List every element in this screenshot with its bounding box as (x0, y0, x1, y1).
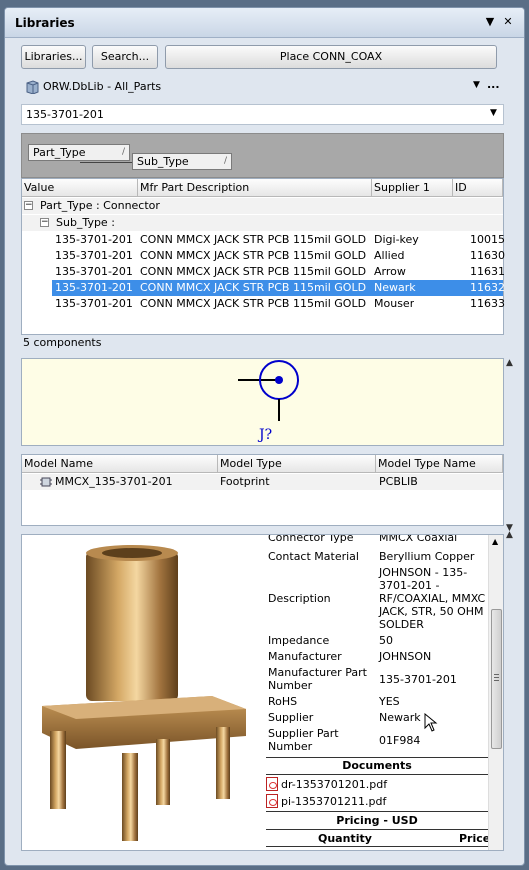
scroll-up-icon[interactable]: ▲ (492, 537, 498, 546)
column-header-model-type-name[interactable]: Model Type Name (376, 455, 503, 473)
pricing-column-quantity: Quantity (318, 832, 372, 845)
search-button[interactable]: Search... (92, 45, 158, 69)
group-tag-part-type[interactable]: Part_Type / (28, 144, 130, 161)
table-row[interactable]: 135-3701-201 CONN MMCX JACK STR PCB 115m… (22, 248, 505, 264)
components-grid[interactable]: Value Mfr Part Description Supplier 1 ID… (21, 178, 505, 335)
pin-icon[interactable]: ▼ (483, 15, 497, 28)
property-value: Beryllium Copper (379, 550, 475, 563)
divider (266, 846, 488, 847)
property-value: 01F984 (379, 734, 421, 747)
documents-title: Documents (342, 759, 412, 772)
filter-value: 135-3701-201 (26, 108, 104, 121)
property-label: RoHS (268, 695, 298, 708)
designator-label: J? (259, 427, 273, 443)
property-value: JOHNSON (379, 650, 432, 663)
mouse-cursor-icon (424, 713, 438, 732)
column-header-value[interactable]: Value (22, 179, 138, 197)
property-label: Contact Material (268, 550, 359, 563)
group-row-part-type[interactable]: − Part_Type : Connector (22, 198, 503, 214)
group-connector-line (80, 162, 132, 163)
column-header-id[interactable]: ID (453, 179, 503, 197)
close-icon[interactable]: ✕ (501, 15, 515, 28)
property-label: Description (268, 592, 331, 605)
group-row-sub-type[interactable]: − Sub_Type : (22, 215, 503, 231)
table-row[interactable]: MMCX_135-3701-201 Footprint PCBLIB (22, 474, 503, 490)
symbol-preview: J? (21, 358, 504, 446)
table-row-selected[interactable]: 135-3701-201 CONN MMCX JACK STR PCB 115m… (52, 280, 505, 296)
sort-icon: / (223, 156, 227, 166)
pdf-icon (266, 794, 278, 808)
chevron-down-icon[interactable]: ▼ (473, 80, 480, 90)
footprint-icon (40, 477, 52, 487)
property-label: Manufacturer (268, 650, 342, 663)
divider (266, 774, 488, 775)
column-header-supplier[interactable]: Supplier 1 (372, 179, 453, 197)
property-value: YES (379, 695, 400, 708)
part-photo (42, 545, 246, 841)
property-label: Connector Type (268, 534, 354, 544)
database-icon (26, 80, 39, 94)
property-value: MMCX Coaxial (379, 534, 458, 544)
panel-title: Libraries (15, 16, 75, 30)
divider (266, 829, 488, 830)
property-value: 50 (379, 634, 393, 647)
table-row[interactable]: 135-3701-201 CONN MMCX JACK STR PCB 115m… (22, 296, 505, 312)
sort-icon: / (121, 147, 125, 157)
libraries-button[interactable]: Libraries... (21, 45, 86, 69)
document-link[interactable]: dr-1353701201.pdf (266, 777, 387, 791)
libraries-panel: Libraries ▼ ✕ Libraries... Search... Pla… (4, 7, 525, 866)
property-label: Supplier Part Number (268, 727, 339, 753)
chevron-down-icon[interactable]: ▼ (490, 108, 497, 118)
place-button[interactable]: Place CONN_COAX (165, 45, 497, 69)
table-row[interactable]: 135-3701-201 CONN MMCX JACK STR PCB 115m… (22, 264, 505, 280)
column-header-model-name[interactable]: Model Name (22, 455, 218, 473)
library-selector[interactable]: ORW.DbLib - All_Parts ▼ ... (21, 77, 504, 98)
details-scrollbar[interactable]: ▲ (488, 535, 503, 850)
pricing-column-price: Price (459, 832, 491, 845)
group-tag-sub-type[interactable]: Sub_Type / (132, 153, 232, 170)
property-value: 135-3701-201 (379, 673, 457, 686)
property-value: JOHNSON - 135-3701-201 - RF/COAXIAL, MMX… (379, 566, 486, 631)
library-selector-value: ORW.DbLib - All_Parts (43, 80, 162, 93)
property-label: Supplier (268, 711, 314, 724)
collapse-icon[interactable]: − (40, 218, 49, 227)
pricing-title: Pricing - USD (336, 814, 418, 827)
column-header-description[interactable]: Mfr Part Description (138, 179, 372, 197)
property-label: Manufacturer Part Number (268, 666, 367, 692)
filter-input[interactable]: 135-3701-201 ▼ (21, 104, 504, 125)
component-count: 5 components (23, 336, 102, 349)
group-by-area[interactable]: Part_Type / Sub_Type / (21, 133, 504, 178)
more-button[interactable]: ... (487, 78, 500, 91)
part-details: Connector Type MMCX Coaxial Contact Mate… (21, 534, 504, 851)
pdf-icon (266, 777, 278, 791)
document-link[interactable]: pi-1353701211.pdf (266, 794, 386, 808)
collapse-icon[interactable]: − (24, 201, 33, 210)
models-grid[interactable]: Model Name Model Type Model Type Name MM… (21, 454, 504, 526)
chevron-up-icon[interactable]: ▲ (506, 530, 513, 540)
table-row[interactable]: 135-3701-201 CONN MMCX JACK STR PCB 115m… (22, 232, 505, 248)
panel-titlebar: Libraries ▼ ✕ (5, 8, 524, 38)
divider (266, 757, 488, 758)
chevron-up-icon[interactable]: ▲ (506, 358, 513, 368)
property-value: Newark (379, 711, 421, 724)
divider (266, 811, 488, 812)
column-header-model-type[interactable]: Model Type (218, 455, 376, 473)
scrollbar-thumb[interactable] (491, 609, 502, 749)
property-label: Impedance (268, 634, 330, 647)
